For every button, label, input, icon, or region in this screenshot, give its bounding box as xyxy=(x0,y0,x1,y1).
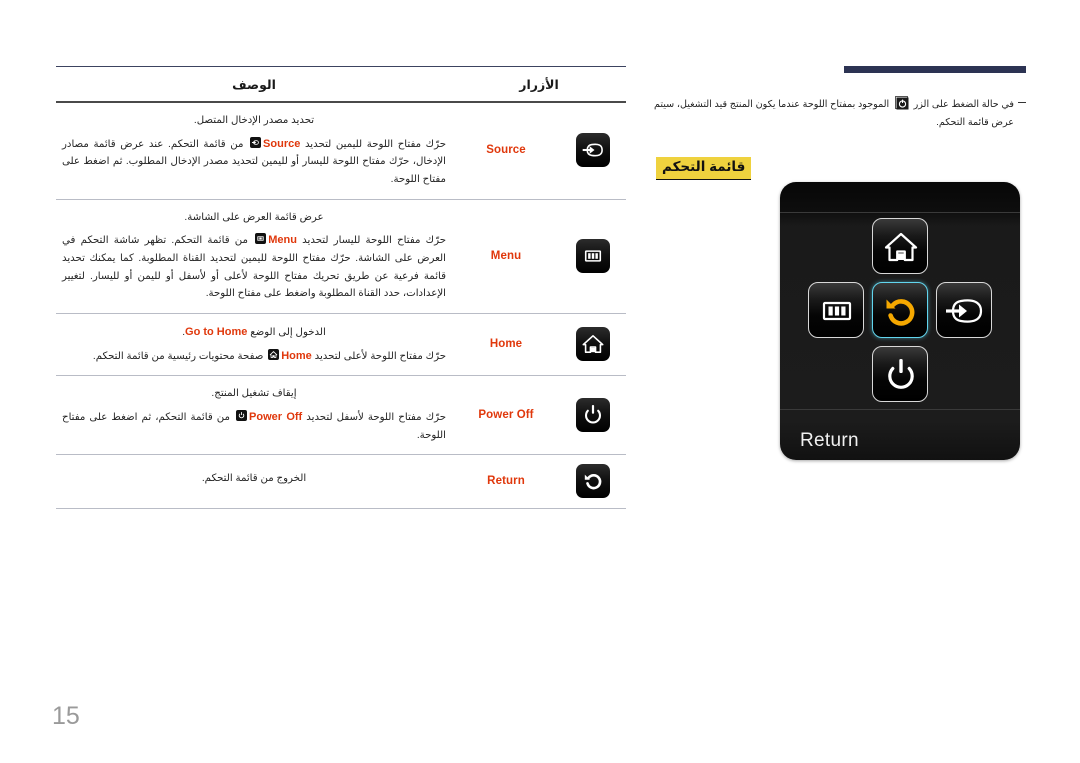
description-lead: عرض قائمة العرض على الشاشة. xyxy=(184,211,324,223)
panel-power-button[interactable] xyxy=(872,346,928,402)
button-icon-cell xyxy=(560,375,626,456)
column-header-description: الوصف xyxy=(56,67,452,103)
panel-source-button[interactable] xyxy=(936,282,992,338)
section-heading: قائمة التحكم xyxy=(654,157,1026,180)
button-name-cell: Power Off xyxy=(452,375,560,456)
button-name-cell: Return xyxy=(452,454,560,510)
description-body: حرّك مفتاح اللوحة لأسفل لتحديد Power Off… xyxy=(62,410,447,441)
description-lead: الخروج من قائمة التحكم. xyxy=(201,473,307,485)
button-description-cell: الدخول إلى الوضع Go to Home. حرّك مفتاح ا… xyxy=(56,313,452,377)
description-lead: إيقاف تشغيل المنتج. xyxy=(211,388,297,400)
button-name-cell: Menu xyxy=(452,199,560,314)
button-icon-cell xyxy=(560,199,626,314)
table-row: Menu عرض قائمة العرض على الشاشة. حرّك مفتا… xyxy=(56,199,626,314)
source-icon xyxy=(576,133,610,168)
button-description-cell: تحديد مصدر الإدخال المتصل. حرّك مفتاح الل… xyxy=(56,102,452,200)
description-lead: الدخول إلى الوضع Go to Home. xyxy=(182,325,326,338)
description-body: حرّك مفتاح اللوحة لأعلى لتحديد Home صفحة… xyxy=(92,348,446,362)
button-icon-cell xyxy=(560,102,626,200)
column-header-buttons: الأزرار xyxy=(452,67,626,103)
button-description-cell: إيقاف تشغيل المنتج. حرّك مفتاح اللوحة لأس… xyxy=(56,375,452,456)
panel-return-button[interactable] xyxy=(872,282,928,338)
table-header-row: الأزرار الوصف xyxy=(56,67,626,103)
power-icon xyxy=(576,397,610,432)
power-boxed-icon xyxy=(894,96,909,110)
description-body: حرّك مفتاح اللوحة لليمين لتحديد Source م… xyxy=(62,136,446,185)
panel-bottom-seam xyxy=(780,409,1020,410)
power-icon-inline xyxy=(236,410,248,421)
note-text-prefix: في حالة الضغط على الزر xyxy=(910,99,1014,110)
button-description-cell: عرض قائمة العرض على الشاشة. حرّك مفتاح ال… xyxy=(56,199,452,314)
document-page: الأزرار الوصف Source تحديد مصدر الإدخال ا… xyxy=(0,0,1080,763)
menu-icon xyxy=(576,238,610,273)
page-number: 15 xyxy=(52,702,80,730)
source-icon-inline xyxy=(250,136,262,148)
note-dash-marker xyxy=(1018,102,1026,103)
button-icon-cell xyxy=(560,313,626,377)
control-panel-illustration: Return xyxy=(780,182,1020,460)
home-icon xyxy=(576,327,610,362)
home-icon-inline xyxy=(268,348,280,360)
right-column: في حالة الضغط على الزر الموجود بمفتاح ال… xyxy=(654,64,1026,180)
panel-focused-label: Return xyxy=(800,430,859,451)
button-name-cell: Home xyxy=(452,313,560,377)
return-icon xyxy=(576,464,610,499)
button-reference-table-area: الأزرار الوصف Source تحديد مصدر الإدخال ا… xyxy=(56,66,626,510)
button-icon-cell xyxy=(560,454,626,510)
description-body: حرّك مفتاح اللوحة لليسار لتحديد Menu من … xyxy=(62,233,446,300)
button-reference-table: الأزرار الوصف Source تحديد مصدر الإدخال ا… xyxy=(56,67,626,510)
table-row: Return الخروج من قائمة التحكم. xyxy=(56,454,626,510)
menu-icon-inline xyxy=(255,233,267,245)
table-row: Power Off إيقاف تشغيل المنتج. حرّك مفتاح ا… xyxy=(56,375,626,456)
panel-home-button[interactable] xyxy=(872,218,928,274)
table-row: Home الدخول إلى الوضع Go to Home. حرّك مفت… xyxy=(56,313,626,377)
note-paragraph: في حالة الضغط على الزر الموجود بمفتاح ال… xyxy=(654,96,1026,131)
panel-menu-button[interactable] xyxy=(808,282,864,338)
navy-accent-bar xyxy=(844,66,1026,73)
description-lead: تحديد مصدر الإدخال المتصل. xyxy=(193,115,315,126)
section-heading-label: قائمة التحكم xyxy=(656,157,752,180)
panel-top-seam xyxy=(780,212,1020,213)
table-row: Source تحديد مصدر الإدخال المتصل. حرّك مفت… xyxy=(56,102,626,200)
button-name-cell: Source xyxy=(452,102,560,200)
button-description-cell: الخروج من قائمة التحكم. xyxy=(56,454,452,510)
